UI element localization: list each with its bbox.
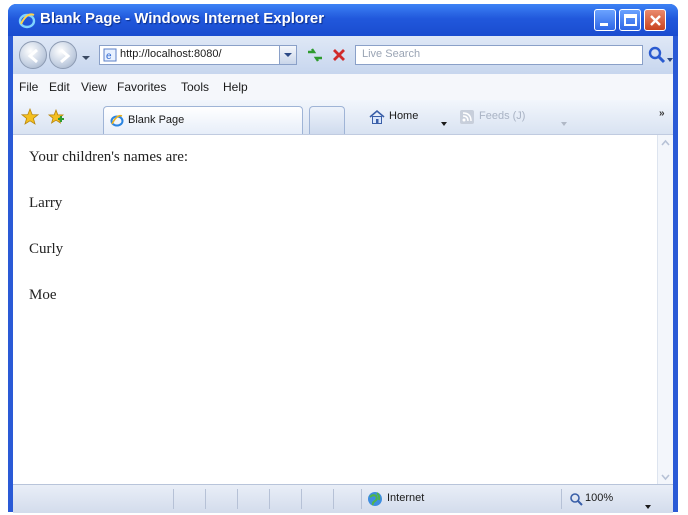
stop-button[interactable] [329,46,349,64]
recent-pages-dropdown[interactable] [81,50,91,60]
maximize-icon [624,14,637,26]
toolbar-overflow-button[interactable]: » [659,108,665,119]
address-toolbar: e http://localhost:8080/ Live Search [13,36,673,74]
child-name: Curly [29,241,64,257]
ie-logo-icon [18,11,36,29]
forward-button[interactable] [49,41,77,69]
star-icon [20,107,40,125]
new-tab-button[interactable] [309,106,345,134]
menu-view[interactable]: View [81,80,107,94]
home-dropdown[interactable] [441,114,447,126]
status-divider [561,489,562,509]
page-icon: e [103,48,117,62]
refresh-button[interactable] [305,46,325,64]
browser-window: Blank Page - Windows Internet Explorer e… [8,4,678,513]
chevron-down-icon [667,58,673,62]
add-favorites-button[interactable] [47,108,65,126]
home-button[interactable]: Home [389,110,418,122]
chevron-down-icon [284,53,292,57]
menu-file[interactable]: File [19,80,38,94]
add-favorites-icon [47,108,65,124]
status-bar: Internet 100% [13,484,673,513]
status-divider [333,489,334,509]
refresh-icon [308,48,322,62]
chevron-down-icon [645,505,651,509]
status-divider [205,489,206,509]
child-name: Moe [29,287,57,303]
minimize-icon [600,23,608,26]
menu-help[interactable]: Help [223,80,248,94]
status-divider [269,489,270,509]
magnifier-icon [648,46,666,64]
minimize-button[interactable] [594,9,616,31]
zoom-icon [569,492,583,506]
chevron-down-icon [561,122,567,126]
close-icon [650,15,661,26]
scroll-up-button[interactable] [658,135,673,151]
back-button[interactable] [19,41,47,69]
names-heading: Your children's names are: [29,149,189,165]
address-field[interactable]: e http://localhost:8080/ [99,45,297,65]
browser-client-area: e http://localhost:8080/ Live Search Fil… [13,36,673,513]
address-dropdown[interactable] [279,46,296,64]
feeds-button[interactable]: Feeds (J) [479,110,525,122]
search-button[interactable] [647,45,667,65]
status-divider [301,489,302,509]
zoom-level[interactable]: 100% [585,492,613,504]
stop-icon [333,49,345,61]
home-icon[interactable] [369,109,385,125]
search-input[interactable]: Live Search [355,45,643,65]
rss-feed-icon [459,109,475,125]
menu-tools[interactable]: Tools [181,80,209,94]
feeds-dropdown[interactable] [561,114,567,126]
tab-command-bar: Blank Page Home Feeds (J) » [13,100,673,134]
globe-icon [367,491,383,507]
status-divider [173,489,174,509]
tab-label: Blank Page [128,114,185,126]
address-url: http://localhost:8080/ [120,48,222,60]
menu-bar: File Edit View Favorites Tools Help [13,74,673,101]
back-arrow-icon [27,48,38,64]
page-content: Your children's names are: Larry Curly M… [13,134,673,485]
child-name: Larry [29,195,63,211]
maximize-button[interactable] [619,9,641,31]
title-bar[interactable]: Blank Page - Windows Internet Explorer [8,4,678,36]
window-title: Blank Page - Windows Internet Explorer [40,10,325,27]
zoom-dropdown[interactable] [645,497,651,509]
close-button[interactable] [644,9,666,31]
scroll-down-button[interactable] [658,469,673,485]
forward-arrow-icon [60,48,71,64]
status-divider [361,489,362,509]
menu-edit[interactable]: Edit [49,80,70,94]
menu-favorites[interactable]: Favorites [117,80,166,94]
vertical-scrollbar[interactable] [657,135,673,485]
chevron-down-icon [82,56,90,60]
favorites-center-button[interactable] [20,107,40,126]
tab-blank-page[interactable]: Blank Page [103,106,303,134]
search-options-dropdown[interactable] [667,51,673,62]
page-icon [110,113,124,127]
svg-text:e: e [106,51,112,62]
chevron-down-icon [661,474,670,481]
chevron-up-icon [661,139,670,146]
page-body: Your children's names are: Larry Curly M… [29,145,629,329]
security-zone[interactable]: Internet [387,492,424,504]
chevron-down-icon [441,122,447,126]
status-divider [237,489,238,509]
